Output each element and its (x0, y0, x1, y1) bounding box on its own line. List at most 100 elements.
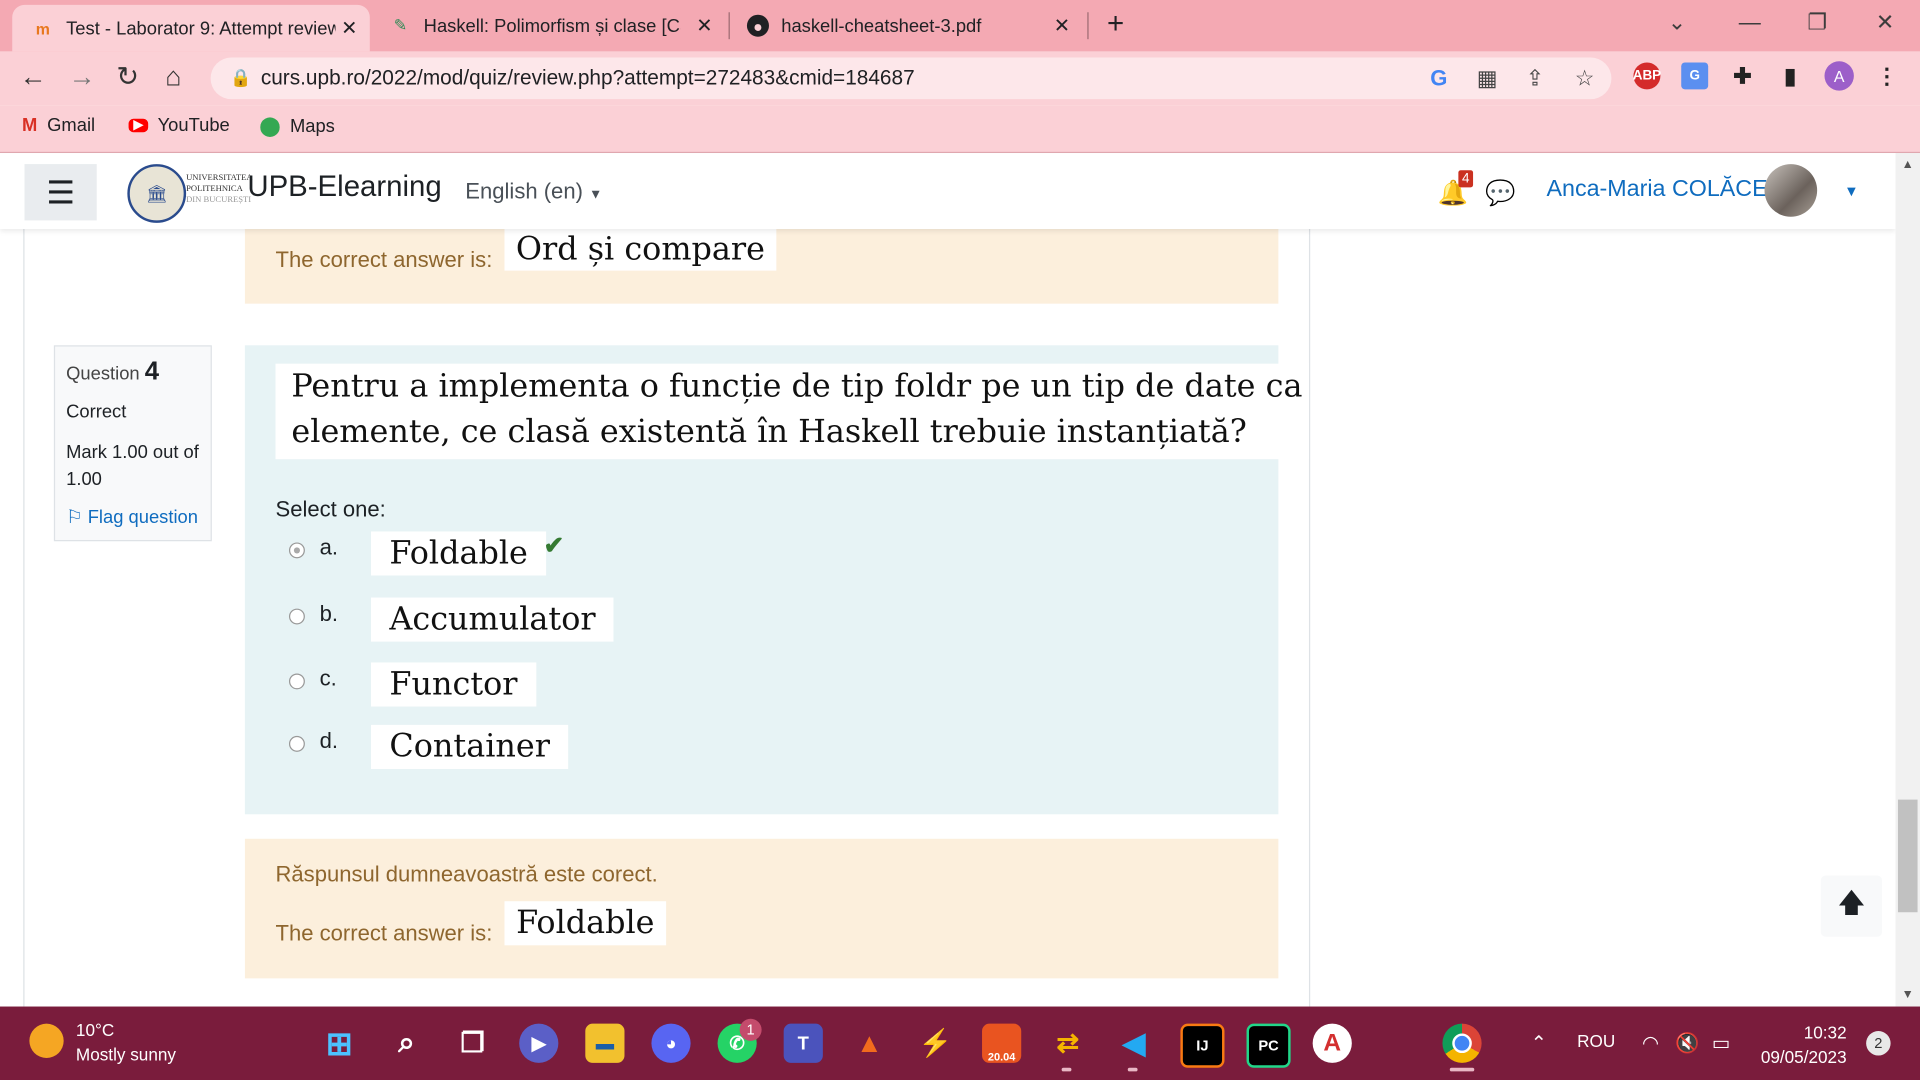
google-translate-icon[interactable]: G (1681, 62, 1709, 90)
tab-cheatsheet-pdf[interactable]: ● haskell-cheatsheet-3.pdf ✕ (732, 0, 1082, 51)
menu-icon[interactable]: ⋮ (1873, 62, 1900, 89)
question-number-value: 4 (144, 357, 160, 386)
bookmark-maps[interactable]: ⬤ Maps (260, 115, 335, 137)
drawer-toggle-icon[interactable]: ☰ (24, 164, 97, 221)
pycharm-icon[interactable]: PC (1246, 1023, 1291, 1068)
gmail-icon: M (22, 115, 38, 136)
terminal-icon[interactable]: ⇄ (1048, 1024, 1087, 1063)
close-tab-icon[interactable]: ✕ (1054, 13, 1070, 37)
weather-sun-icon[interactable] (29, 1023, 64, 1058)
language-menu[interactable]: English (en) ▼ (465, 179, 602, 205)
discord-icon[interactable]: ◕ (651, 1023, 691, 1063)
flag-icon: ⚐ (66, 506, 83, 528)
search-icon[interactable]: ⌕ (387, 1024, 426, 1063)
start-icon[interactable]: ⊞ (320, 1024, 359, 1063)
bookmark-gmail[interactable]: M Gmail (22, 115, 95, 136)
moodle-icon: m (35, 18, 50, 38)
column-divider (23, 228, 25, 1007)
option-letter: d. (319, 728, 338, 754)
caret-down-icon[interactable]: ▼ (1844, 182, 1859, 199)
weather-description: Mostly sunny (75, 1044, 176, 1065)
back-to-top-button[interactable]: 🡅 (1820, 875, 1883, 937)
back-icon[interactable]: ← (20, 61, 47, 93)
page-scrollbar[interactable]: ▲ ▼ (1895, 153, 1920, 1007)
logisim-icon[interactable]: ⚡ (916, 1024, 955, 1063)
browser-tab-bar: m Test - Laborator 9: Attempt review ✕ ✎… (0, 0, 1920, 52)
radio-button[interactable] (288, 542, 305, 559)
clock[interactable]: 10:32 09/05/2023 (1761, 1020, 1847, 1069)
clock-date: 09/05/2023 (1760, 1046, 1847, 1067)
correct-answer-label: The correct answer is: (275, 247, 493, 272)
browser-toolbar: ← → ↻ ⌂ 🔒 curs.upb.ro/2022/mod/quiz/revi… (0, 51, 1920, 106)
acrobat-icon[interactable]: A (1312, 1023, 1352, 1063)
close-tab-icon[interactable]: ✕ (341, 16, 357, 40)
chrome-icon[interactable] (1442, 1023, 1482, 1063)
teams-icon[interactable]: T (783, 1023, 823, 1063)
extensions-icon[interactable]: ✚ (1729, 62, 1756, 89)
tab-title: Haskell: Polimorfism și clase [CS ( (423, 15, 681, 37)
logo-line: UNIVERSITATEA (186, 172, 253, 183)
tab-quiz-review[interactable]: m Test - Laborator 9: Attempt review ✕ (12, 4, 370, 52)
home-icon[interactable]: ⌂ (165, 61, 181, 93)
arrow-up-icon: 🡅 (1837, 887, 1866, 919)
user-name[interactable]: Anca-Maria COLĂCEL (1547, 176, 1781, 203)
notification-center-badge[interactable]: 2 (1866, 1031, 1891, 1056)
volume-muted-icon[interactable]: 🔇 (1675, 1031, 1699, 1055)
scroll-up-icon[interactable]: ▲ (1902, 158, 1914, 171)
restore-icon[interactable]: ❐ (1807, 10, 1827, 36)
chat-app-icon[interactable]: ▶ (519, 1023, 559, 1063)
column-divider (1308, 228, 1311, 1007)
notification-badge: 4 (1458, 170, 1474, 188)
radio-button[interactable] (288, 608, 305, 625)
keyboard-language[interactable]: ROU (1577, 1031, 1615, 1051)
vscode-icon[interactable]: ◀ (1114, 1024, 1153, 1063)
ocw-icon: ✎ (393, 15, 408, 35)
matlab-icon[interactable]: ▲ (850, 1024, 889, 1063)
scroll-down-icon[interactable]: ▼ (1902, 988, 1914, 1001)
forward-icon[interactable]: → (69, 61, 96, 93)
reload-icon[interactable]: ↻ (116, 61, 139, 93)
close-window-icon[interactable]: ✕ (1876, 10, 1894, 36)
site-name[interactable]: UPB-Elearning (247, 170, 441, 204)
new-tab-icon[interactable]: + (1107, 7, 1124, 41)
tray-overflow-icon[interactable]: ⌃ (1531, 1031, 1547, 1055)
tab-search-icon[interactable]: ⌄ (1668, 10, 1686, 36)
file-explorer-icon[interactable]: ▬ (585, 1023, 625, 1063)
scroll-thumb[interactable] (1897, 799, 1918, 913)
radio-button[interactable] (288, 735, 305, 752)
google-icon[interactable]: G (1430, 66, 1447, 92)
share-icon[interactable]: ⇪ (1526, 66, 1544, 92)
url-text: curs.upb.ro/2022/mod/quiz/review.php?att… (260, 66, 915, 90)
minimize-icon[interactable]: — (1739, 10, 1761, 36)
profile-avatar[interactable]: A (1824, 61, 1854, 91)
translate-icon[interactable]: ▦ (1477, 66, 1498, 92)
star-icon[interactable]: ☆ (1575, 66, 1595, 92)
flag-label: Flag question (87, 506, 198, 528)
correct-answer-value: Foldable (504, 901, 667, 946)
language-label: English (en) (465, 178, 583, 204)
logo-line: POLITEHNICA (186, 183, 243, 194)
question-info: Question 4 Correct Mark 1.00 out of 1.00… (53, 345, 212, 542)
battery-icon[interactable]: ▭ (1712, 1031, 1731, 1055)
chat-icon[interactable]: 💬 (1485, 178, 1515, 209)
address-bar[interactable]: 🔒 curs.upb.ro/2022/mod/quiz/review.php?a… (210, 57, 1612, 100)
select-one-label: Select one: (275, 497, 386, 522)
intellij-icon[interactable]: IJ (1180, 1023, 1225, 1068)
user-avatar[interactable] (1764, 164, 1818, 217)
university-logo[interactable]: 🏛 (127, 164, 187, 223)
option-letter: a. (319, 535, 338, 560)
side-panel-icon[interactable]: ▮ (1777, 62, 1804, 89)
option-text: Foldable (371, 531, 547, 576)
flag-question-link[interactable]: ⚐ Flag question (66, 506, 198, 528)
tab-haskell-ocw[interactable]: ✎ Haskell: Polimorfism și clase [CS ( ✕ (375, 0, 725, 51)
option-letter: c. (319, 666, 337, 691)
close-tab-icon[interactable]: ✕ (696, 13, 712, 37)
task-view-icon[interactable]: ❐ (453, 1024, 492, 1063)
bookmark-youtube[interactable]: ▶ YouTube (128, 115, 230, 136)
adblock-icon[interactable]: ABP (1633, 62, 1661, 90)
radio-button[interactable] (288, 673, 305, 690)
ubuntu-icon[interactable]: 20.04 (982, 1023, 1022, 1063)
tab-title: Test - Laborator 9: Attempt review (66, 17, 336, 39)
option-text: Accumulator (371, 597, 614, 642)
wifi-icon[interactable]: ◠ (1642, 1031, 1659, 1055)
